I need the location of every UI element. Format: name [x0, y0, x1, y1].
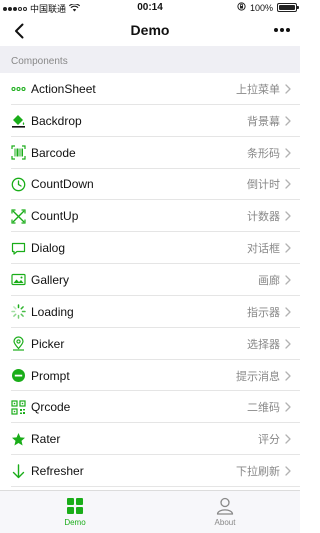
chat-bubble-icon: [11, 241, 26, 256]
list-item-label: Backdrop: [31, 113, 82, 128]
page-title: Demo: [130, 22, 170, 38]
list-item-subtitle: 选择器: [247, 338, 280, 351]
minus-circle-icon: [11, 368, 26, 383]
chevron-right-icon: [284, 402, 292, 413]
list-item-backdrop[interactable]: Backdrop 背景幕: [0, 104, 300, 137]
list-item-countup[interactable]: CountUp 计数器: [0, 200, 300, 233]
list-item-subtitle: 画廊: [258, 274, 280, 287]
list-item-subtitle: 上拉菜单: [236, 83, 280, 96]
list-item-label: CountDown: [31, 177, 94, 192]
battery-icon: [277, 3, 299, 12]
spinner-icon: [11, 304, 26, 320]
more-icon: [274, 28, 290, 32]
battery-percent: 100%: [249, 2, 273, 13]
chevron-right-icon: [284, 466, 292, 476]
list-item-label: Gallery: [31, 272, 70, 287]
list-item-refresher[interactable]: Refresher 下拉刷新: [0, 455, 300, 487]
list-item-loading[interactable]: Loading 指示器: [0, 295, 300, 328]
clock-icon: [11, 177, 26, 192]
list-item-subtitle: 计数器: [247, 211, 280, 224]
list-item-rater[interactable]: Rater 评分: [0, 423, 300, 456]
list-item-label: Prompt: [31, 368, 70, 383]
list-item-label: Rater: [31, 432, 61, 447]
chevron-right-icon: [284, 307, 292, 317]
chevron-right-icon: [284, 434, 292, 444]
list-item-picker[interactable]: Picker 选择器: [0, 327, 300, 360]
qrcode-icon: [11, 400, 26, 415]
component-list: ActionSheet 上拉菜单 Backdrop 背景幕 Barcode 条形码 Coun…: [0, 73, 300, 487]
chevron-right-icon: [284, 84, 292, 94]
status-right: 100%: [237, 2, 299, 13]
list-item-actionsheet[interactable]: ActionSheet 上拉菜单: [0, 73, 300, 105]
location-pin-icon: [11, 336, 26, 351]
tab-bar: Demo About: [0, 490, 300, 533]
list-item-subtitle: 倒计时: [247, 179, 280, 192]
list-item-label: Picker: [31, 336, 65, 351]
list-item-countdown[interactable]: CountDown 倒计时: [0, 168, 300, 201]
lock-rotation-icon: [237, 2, 246, 13]
person-icon: [216, 497, 234, 515]
chevron-right-icon: [284, 179, 292, 190]
list-item-subtitle: 评分: [258, 434, 280, 447]
barcode-icon: [11, 145, 26, 160]
list-item-label: Dialog: [31, 241, 66, 256]
list-item-barcode[interactable]: Barcode 条形码: [0, 136, 300, 169]
dots-icon: [11, 81, 26, 96]
list-item-prompt[interactable]: Prompt 提示消息: [0, 359, 300, 392]
list-item-subtitle: 指示器: [247, 306, 280, 319]
nav-bar: Demo: [0, 16, 300, 46]
list-item-subtitle: 条形码: [247, 147, 280, 160]
list-item-label: CountUp: [31, 209, 79, 224]
status-bar: 中国联通 00:14 100%: [0, 0, 300, 16]
chevron-right-icon: [284, 243, 292, 253]
tab-demo[interactable]: Demo: [0, 491, 150, 533]
list-item-dialog[interactable]: Dialog 对话框: [0, 232, 300, 265]
list-item-label: ActionSheet: [31, 81, 96, 96]
list-item-subtitle: 二维码: [247, 402, 280, 415]
list-item-label: Barcode: [31, 145, 76, 160]
list-item-label: Qrcode: [31, 400, 71, 415]
list-item-subtitle: 下拉刷新: [236, 466, 280, 479]
chevron-right-icon: [284, 116, 292, 126]
battery-fill: [279, 5, 295, 10]
list-item-subtitle: 背景幕: [247, 115, 280, 128]
grid-icon: [66, 497, 84, 515]
chevron-right-icon: [284, 147, 292, 158]
more-button[interactable]: [274, 28, 290, 32]
list-item-subtitle: 对话框: [247, 243, 280, 256]
list-item-label: Refresher: [31, 464, 84, 479]
list-item-subtitle: 提示消息: [236, 370, 280, 383]
paint-bucket-icon: [11, 113, 26, 128]
list-item-label: Loading: [31, 304, 74, 319]
tab-about[interactable]: About: [150, 491, 300, 533]
tab-demo-label: Demo: [64, 518, 86, 527]
tab-about-label: About: [214, 518, 236, 527]
image-icon: [11, 272, 26, 287]
chevron-right-icon: [284, 339, 292, 349]
arrow-down-icon: [11, 463, 26, 479]
star-icon: [11, 432, 26, 447]
section-header: Components: [0, 46, 300, 73]
list-item-qrcode[interactable]: Qrcode 二维码: [0, 391, 300, 424]
chevron-right-icon: [284, 370, 292, 381]
chevron-right-icon: [284, 275, 292, 285]
cross-arrows-icon: [11, 209, 26, 224]
list-item-gallery[interactable]: Gallery 画廊: [0, 264, 300, 296]
chevron-right-icon: [284, 211, 292, 221]
